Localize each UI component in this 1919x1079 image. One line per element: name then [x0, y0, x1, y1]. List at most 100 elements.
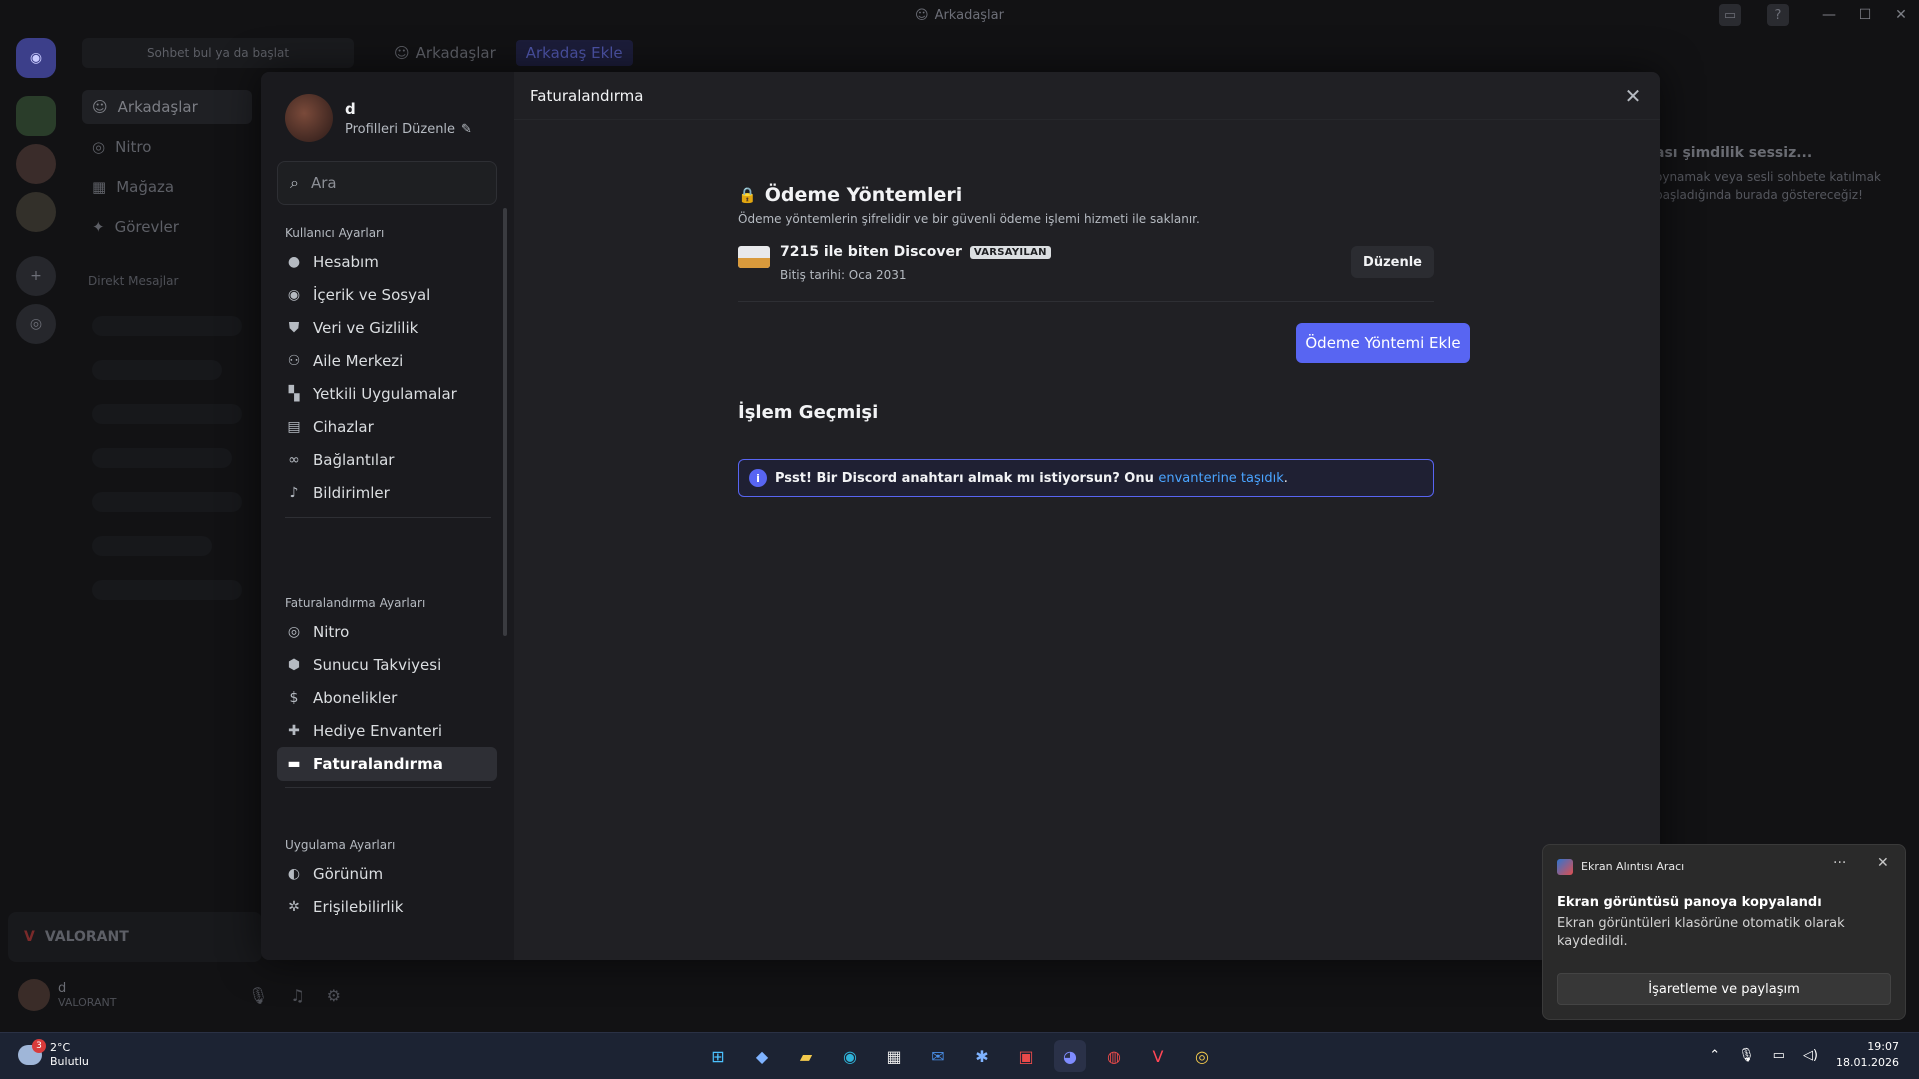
card-expiry: Bitiş tarihi: Oca 2031 — [780, 268, 907, 282]
sidebar-item-billing[interactable]: ▬ Faturalandırma — [277, 747, 497, 781]
clock-date: 18.01.2026 — [1836, 1056, 1899, 1069]
profile-header[interactable]: d Profilleri Düzenle ✎ — [285, 94, 472, 142]
weather-widget[interactable]: 3 2°C Bulutlu — [18, 1039, 89, 1069]
sidebar-item-devices[interactable]: ▤ Cihazlar — [277, 410, 497, 444]
channel-item-nitro[interactable]: ◎ Nitro — [82, 130, 252, 164]
sidebar-item-authorized-apps[interactable]: ▚ Yetkili Uygulamalar — [277, 377, 497, 411]
user-panel: d VALORANT 🎙 ♫ ⚙ — [8, 970, 358, 1020]
sidebar-item-connections[interactable]: ∞ Bağlantılar — [277, 443, 497, 477]
sidebar-item-server-boost[interactable]: ⬢ Sunucu Takviyesi — [277, 648, 497, 682]
snipping-tool-icon — [1557, 859, 1573, 875]
user-status: VALORANT — [58, 996, 117, 1009]
window-title: Arkadaşlar — [934, 7, 1004, 23]
settings-modal: d Profilleri Düzenle ✎ ⌕ Ara Kullanıcı Ay… — [261, 72, 1660, 960]
network-icon[interactable]: ▭ — [1773, 1048, 1785, 1063]
app-icon[interactable]: ✱ — [966, 1040, 998, 1072]
start-icon[interactable]: ⊞ — [702, 1040, 734, 1072]
file-explorer-icon[interactable]: ▰ — [790, 1040, 822, 1072]
avatar[interactable] — [18, 979, 50, 1011]
edit-payment-button[interactable]: Düzenle — [1351, 246, 1434, 278]
user-name: d — [58, 981, 67, 996]
sidebar-divider — [285, 787, 491, 788]
dm-placeholder — [92, 316, 242, 336]
default-badge: VARSAYILAN — [969, 245, 1051, 259]
inbox-icon[interactable]: ▭ — [1719, 4, 1741, 26]
store-icon[interactable]: ▦ — [878, 1040, 910, 1072]
snipping-tool-toast: Ekran Alıntısı Aracı ··· ✕ Ekran görüntü… — [1542, 844, 1906, 1020]
explore-icon[interactable]: ◎ — [16, 304, 56, 344]
more-options-icon[interactable]: ··· — [1833, 855, 1846, 871]
server-icon[interactable] — [16, 144, 56, 184]
edit-profiles-link[interactable]: Profilleri Düzenle — [345, 122, 455, 137]
microphone-icon[interactable]: 🎙 — [1738, 1048, 1755, 1063]
add-server-icon[interactable]: + — [16, 256, 56, 296]
server-icon[interactable] — [16, 192, 56, 232]
sidebar-item-appearance[interactable]: ◐ Görünüm — [277, 857, 497, 891]
discord-icon[interactable]: ◕ — [1054, 1040, 1086, 1072]
conversation-search[interactable]: Sohbet bul ya da başlat — [82, 38, 354, 68]
sidebar-item-gift-inventory[interactable]: ✚ Hediye Envanteri — [277, 714, 497, 748]
channel-item-quests[interactable]: ✦ Görevler — [82, 210, 252, 244]
maximize-button[interactable]: ☐ — [1847, 0, 1883, 30]
microphone-icon[interactable]: 🎙 — [248, 986, 268, 1005]
markup-share-button[interactable]: İşaretleme ve paylaşım — [1557, 973, 1891, 1005]
close-icon[interactable]: ✕ — [1877, 855, 1889, 871]
dm-placeholder — [92, 360, 222, 380]
add-payment-method-button[interactable]: Ödeme Yöntemi Ekle — [1296, 323, 1470, 363]
headphones-icon[interactable]: ♫ — [290, 986, 304, 1005]
edge-icon[interactable]: ◉ — [834, 1040, 866, 1072]
chrome-icon[interactable]: ◎ — [1186, 1040, 1218, 1072]
lock-icon: 🔒 — [738, 186, 757, 204]
sidebar-item-family-center[interactable]: ⚇ Aile Merkezi — [277, 344, 497, 378]
cloud-icon: 3 — [18, 1039, 46, 1065]
sidebar-item-notifications[interactable]: ♪ Bildirimler — [277, 476, 497, 510]
app-icon[interactable]: ◍ — [1098, 1040, 1130, 1072]
clock[interactable]: 19:07 18.01.2026 — [1836, 1039, 1899, 1071]
link-icon: ∞ — [288, 452, 300, 468]
help-icon[interactable]: ? — [1767, 4, 1789, 26]
pencil-icon: ✎ — [461, 121, 472, 137]
home-button[interactable]: ◉ — [16, 38, 56, 78]
credit-card-icon: ▬ — [287, 756, 301, 772]
discover-card-icon — [738, 246, 770, 268]
sidebar-divider — [285, 517, 491, 518]
inventory-link[interactable]: envanterine taşıdık — [1158, 471, 1283, 486]
settings-search-input[interactable]: ⌕ Ara — [277, 161, 497, 205]
valorant-icon[interactable]: V — [1142, 1040, 1174, 1072]
profile-name: d — [345, 99, 356, 118]
weather-temp: 2°C — [50, 1041, 71, 1054]
voicemeeter-icon[interactable]: ▣ — [1010, 1040, 1042, 1072]
top-nav: ☺ Arkadaşlar Arkadaş Ekle — [394, 40, 633, 66]
tab-friends[interactable]: ☺ Arkadaşlar — [394, 44, 496, 62]
sidebar-item-content-social[interactable]: ◉ İçerik ve Sosyal — [277, 278, 497, 312]
tab-add-friend[interactable]: Arkadaş Ekle — [515, 40, 633, 66]
bell-icon: ♪ — [289, 485, 299, 501]
active-now-text: oynamak veya sesli sohbete katılmak başl… — [1655, 170, 1881, 202]
activity-game-bar[interactable]: V VALORANT — [8, 912, 262, 962]
sidebar-scrollbar[interactable] — [503, 208, 507, 636]
settings-sidebar: d Profilleri Düzenle ✎ ⌕ Ara Kullanıcı Ay… — [261, 72, 514, 960]
copilot-icon[interactable]: ◆ — [746, 1040, 778, 1072]
close-icon[interactable]: ✕ — [1620, 83, 1646, 109]
discord-app: ☺ Arkadaşlar ▭ ? — ☐ ✕ ◉ + ◎ Sohbet bul … — [0, 0, 1919, 1032]
sidebar-item-accessibility[interactable]: ✲ Erişilebilirlik — [277, 890, 497, 924]
sidebar-item-nitro[interactable]: ◎ Nitro — [277, 615, 497, 649]
close-window-button[interactable]: ✕ — [1883, 0, 1919, 30]
accessibility-icon: ✲ — [288, 899, 300, 915]
minimize-button[interactable]: — — [1811, 0, 1847, 30]
toast-app-name: Ekran Alıntısı Aracı — [1581, 860, 1685, 873]
active-now-panel: ası şimdilik sessiz... oynamak veya sesl… — [1655, 144, 1905, 204]
sidebar-item-subscriptions[interactable]: $ Abonelikler — [277, 681, 497, 715]
channel-item-store[interactable]: ▦ Mağaza — [82, 170, 252, 204]
gear-icon[interactable]: ⚙ — [327, 986, 341, 1005]
mail-icon[interactable]: ✉ — [922, 1040, 954, 1072]
volume-icon[interactable]: ◁) — [1803, 1048, 1818, 1063]
channel-item-friends[interactable]: ☺ Arkadaşlar — [82, 90, 252, 124]
server-icon[interactable] — [16, 96, 56, 136]
sidebar-item-data-privacy[interactable]: ⛊ Veri ve Gizlilik — [277, 311, 497, 345]
chevron-up-icon[interactable]: ⌃ — [1709, 1048, 1720, 1063]
devices-icon: ▤ — [287, 419, 301, 435]
weather-desc: Bulutlu — [50, 1055, 89, 1068]
dm-placeholder — [92, 580, 242, 600]
sidebar-item-account[interactable]: ● Hesabım — [277, 245, 497, 279]
